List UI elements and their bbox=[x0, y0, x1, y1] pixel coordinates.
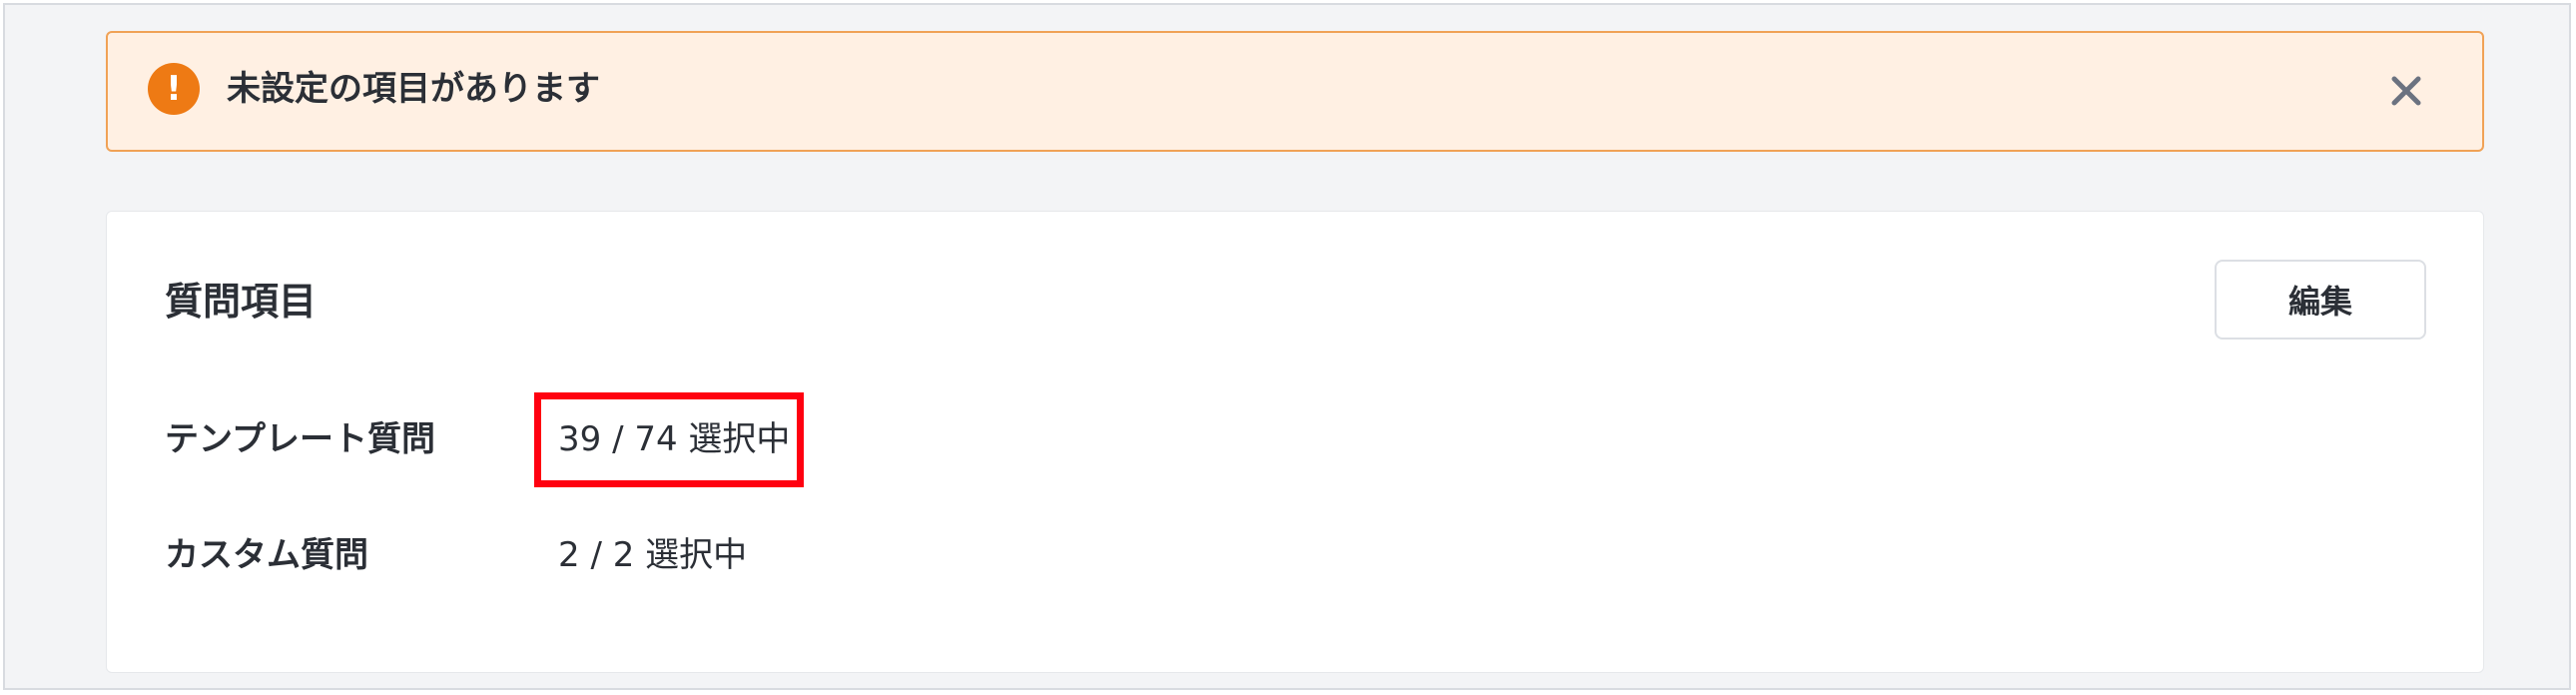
alert-message: 未設定の項目があります bbox=[227, 69, 600, 109]
template-questions-label: テンプレート質問 bbox=[165, 419, 435, 459]
custom-questions-label: カスタム質問 bbox=[165, 535, 368, 575]
highlight-annotation-box bbox=[534, 392, 804, 487]
exclamation-icon: ! bbox=[148, 63, 200, 115]
card-title: 質問項目 bbox=[165, 280, 318, 324]
question-items-card: 質問項目 編集 テンプレート質問 39 / 74 選択中 カスタム質問 2 / … bbox=[106, 211, 2484, 673]
edit-button[interactable]: 編集 bbox=[2215, 260, 2426, 340]
custom-questions-value: 2 / 2 選択中 bbox=[558, 535, 748, 575]
close-icon-graphic bbox=[2391, 76, 2421, 106]
warning-alert: ! 未設定の項目があります bbox=[106, 31, 2484, 152]
page-frame: ! 未設定の項目があります 質問項目 編集 テンプレート質問 39 / 74 選… bbox=[3, 3, 2571, 690]
close-icon[interactable] bbox=[2386, 71, 2426, 111]
